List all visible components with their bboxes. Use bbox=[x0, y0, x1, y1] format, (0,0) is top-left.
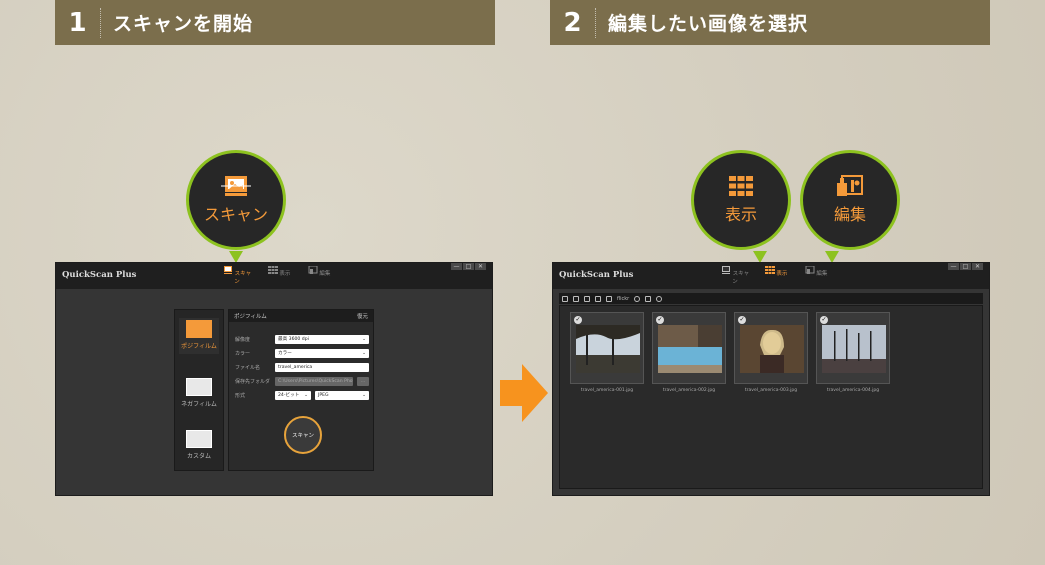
edit-tools-icon bbox=[805, 265, 815, 274]
reset-button[interactable]: 復元 bbox=[357, 312, 368, 320]
check-icon[interactable]: ✓ bbox=[738, 316, 746, 324]
photo-palm-trees bbox=[576, 325, 640, 373]
app-title: QuickScan Plus bbox=[559, 270, 634, 280]
gallery-toolbar: flickr bbox=[559, 293, 983, 304]
facebook-icon[interactable] bbox=[606, 295, 612, 302]
tab-view[interactable]: 表示 bbox=[264, 266, 294, 277]
edit-callout-label: 編集 bbox=[833, 205, 866, 224]
step-1-header: 1 スキャンを開始 bbox=[55, 0, 495, 45]
step-2-header: 2 編集したい画像を選択 bbox=[550, 0, 990, 45]
thumbnail-item[interactable]: ✓ bbox=[816, 312, 890, 384]
share-icon[interactable] bbox=[634, 295, 641, 302]
restore-button[interactable]: □ bbox=[463, 263, 474, 270]
thumbnail-caption: travel_america-004.jpg bbox=[826, 388, 880, 393]
thumbnail-caption: travel_america-003.jpg bbox=[744, 388, 798, 393]
thumbnail-caption: travel_america-001.jpg bbox=[580, 388, 634, 393]
window-controls: — □ ✕ bbox=[948, 263, 983, 270]
film-type-positive[interactable]: ポジフィルム bbox=[179, 318, 219, 354]
tab-edit[interactable]: 編集 bbox=[801, 265, 831, 277]
scan-icon bbox=[721, 266, 730, 274]
folder-field[interactable]: C:\Users\Pictures\QuickScan Photo bbox=[275, 376, 353, 386]
rotate-right-icon[interactable] bbox=[595, 295, 601, 302]
row-filename: ファイル名 travel_america bbox=[235, 362, 369, 372]
twitter-icon[interactable] bbox=[645, 295, 652, 302]
custom-film-icon bbox=[186, 430, 212, 448]
bit-depth-select[interactable]: 24-ビット ⌄ bbox=[275, 390, 311, 400]
grid-icon bbox=[764, 266, 775, 274]
panel-title: ポジフィルム bbox=[234, 314, 267, 320]
browse-folder-button[interactable]: ... bbox=[357, 376, 369, 386]
close-button[interactable]: ✕ bbox=[972, 263, 983, 270]
flickr-button[interactable]: flickr bbox=[617, 296, 629, 302]
edit-tools-icon bbox=[308, 265, 318, 274]
edit-tools-icon bbox=[837, 175, 863, 196]
scan-settings-panel: ポジフィルム 復元 解像度 最高 3600 dpi ⌄ カラー カラー ⌄ ファイル… bbox=[228, 309, 374, 471]
photo-palms-sunset bbox=[822, 325, 886, 373]
edit-callout: 編集 bbox=[800, 150, 900, 250]
scan-window: QuickScan Plus スキャン 表示 編集 — □ ✕ ポジフィルム ネ… bbox=[55, 262, 493, 496]
row-format: 形式 24-ビット ⌄ JPEG ⌄ bbox=[235, 390, 369, 400]
restore-button[interactable]: □ bbox=[960, 263, 971, 270]
next-step-arrow bbox=[500, 364, 548, 422]
photo-woman bbox=[740, 325, 804, 373]
resolution-select[interactable]: 最高 3600 dpi ⌄ bbox=[275, 334, 369, 344]
step-2-title: 編集したい画像を選択 bbox=[608, 13, 809, 35]
film-type-custom[interactable]: カスタム bbox=[179, 428, 219, 462]
tab-scan[interactable]: スキャン bbox=[222, 266, 252, 285]
thumbnail-item[interactable]: ✓ bbox=[570, 312, 644, 384]
thumbnail-item[interactable]: ✓ bbox=[734, 312, 808, 384]
trash-icon[interactable] bbox=[573, 295, 579, 302]
film-type-panel: ポジフィルム ネガフィルム カスタム bbox=[174, 309, 224, 471]
rotate-left-icon[interactable] bbox=[584, 295, 590, 302]
check-icon[interactable]: ✓ bbox=[820, 316, 828, 324]
negative-film-icon bbox=[186, 378, 212, 396]
tab-edit[interactable]: 編集 bbox=[304, 265, 334, 277]
step-1-number: 1 bbox=[55, 7, 101, 38]
scan-icon bbox=[223, 266, 232, 274]
minimize-button[interactable]: — bbox=[948, 263, 959, 270]
tab-view[interactable]: 表示 bbox=[761, 266, 791, 277]
minimize-button[interactable]: — bbox=[451, 263, 462, 270]
check-icon[interactable]: ✓ bbox=[574, 316, 582, 324]
step-1-title: スキャンを開始 bbox=[113, 13, 254, 35]
thumbnail-caption: travel_america-002.jpg bbox=[662, 388, 716, 393]
tab-scan[interactable]: スキャン bbox=[720, 266, 750, 285]
step-2-number: 2 bbox=[550, 7, 596, 38]
thumbnail-grid: ✓ travel_america-001.jpg ✓ travel_americ… bbox=[559, 305, 983, 489]
view-callout: 表示 bbox=[691, 150, 791, 250]
row-folder: 保存先フォルダ C:\Users\Pictures\QuickScan Phot… bbox=[235, 376, 369, 386]
app-title: QuickScan Plus bbox=[62, 270, 137, 280]
gallery-window: QuickScan Plus スキャン 表示 編集 — □ ✕ flickr ✓ bbox=[552, 262, 990, 496]
filename-field[interactable]: travel_america bbox=[275, 362, 369, 372]
save-icon[interactable] bbox=[562, 295, 568, 302]
close-button[interactable]: ✕ bbox=[475, 263, 486, 270]
scan-button[interactable]: スキャン bbox=[284, 416, 322, 454]
check-icon[interactable]: ✓ bbox=[656, 316, 664, 324]
panel-header: ポジフィルム 復元 bbox=[229, 310, 373, 322]
positive-film-icon bbox=[186, 320, 212, 338]
file-format-select[interactable]: JPEG ⌄ bbox=[315, 390, 369, 400]
scan-callout: スキャン bbox=[186, 150, 286, 250]
view-callout-label: 表示 bbox=[724, 205, 757, 224]
color-select[interactable]: カラー ⌄ bbox=[275, 348, 369, 358]
scan-callout-label: スキャン bbox=[203, 205, 268, 224]
row-resolution: 解像度 最高 3600 dpi ⌄ bbox=[235, 334, 369, 344]
thumbnail-item[interactable]: ✓ bbox=[652, 312, 726, 384]
scan-icon bbox=[221, 176, 251, 196]
film-type-negative[interactable]: ネガフィルム bbox=[179, 376, 219, 410]
grid-icon bbox=[267, 266, 278, 274]
settings-icon[interactable] bbox=[656, 295, 663, 302]
grid-icon bbox=[729, 176, 753, 196]
window-controls: — □ ✕ bbox=[451, 263, 486, 270]
photo-pool bbox=[658, 325, 722, 373]
row-color: カラー カラー ⌄ bbox=[235, 348, 369, 358]
